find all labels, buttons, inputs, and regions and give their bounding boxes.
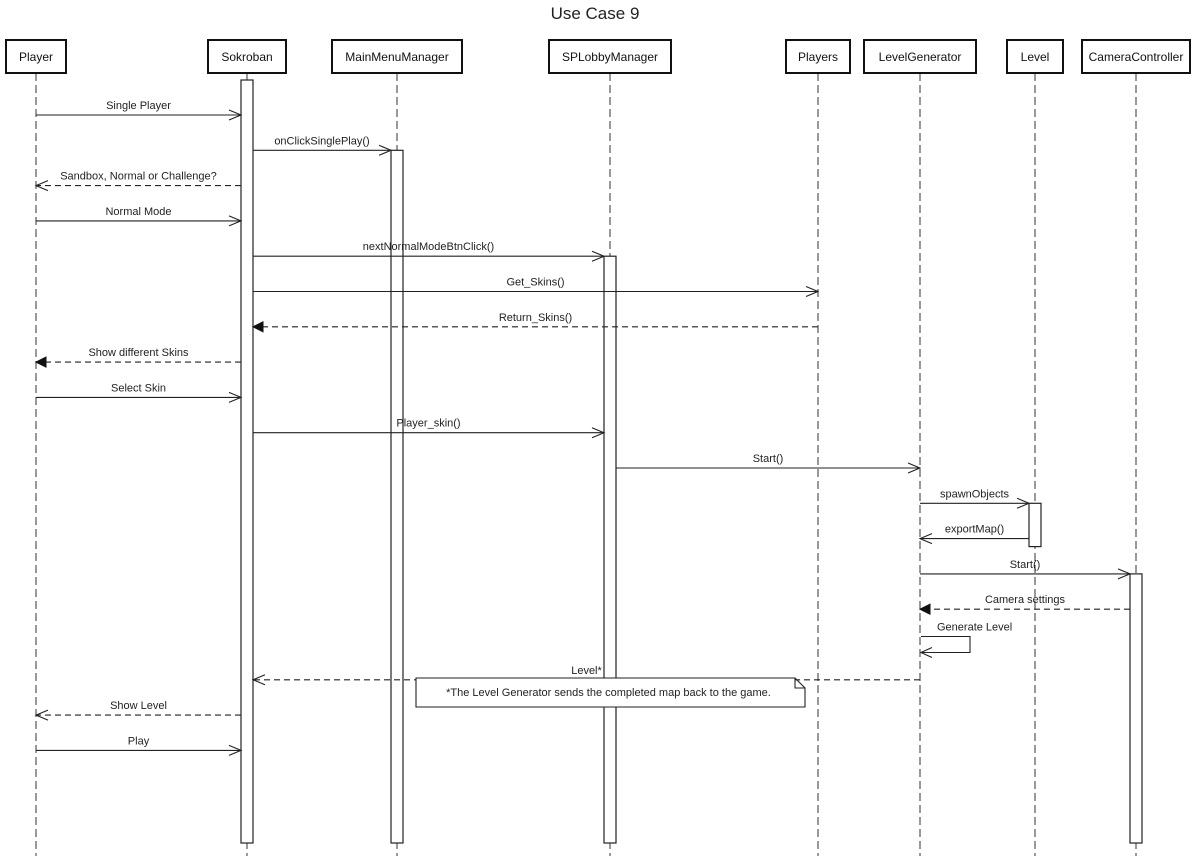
message-2: Sandbox, Normal or Challenge?: [34, 171, 241, 192]
actor-mainmenu: MainMenuManager: [331, 39, 463, 74]
message-label: onClickSinglePlay(): [274, 135, 369, 147]
arrow-head-filled: [918, 603, 931, 616]
activation-bar-mainmenu: [390, 149, 404, 844]
actor-label: CameraController: [1089, 50, 1184, 64]
note-text: *The Level Generator sends the completed…: [446, 687, 771, 699]
actor-player: Player: [5, 39, 67, 74]
message-label: Sandbox, Normal or Challenge?: [60, 171, 217, 183]
message-4: nextNormalModeBtnClick(): [253, 241, 606, 262]
sequence-diagram: Use Case 9 Player Sokroban MainMenuManager…: [5, 4, 1191, 856]
actor-levelgen: LevelGenerator: [863, 39, 977, 74]
message-11: spawnObjects: [920, 488, 1031, 509]
message-label: Show Level: [110, 700, 167, 712]
actor-label: SPLobbyManager: [562, 50, 658, 64]
message-label: Start(): [753, 453, 784, 465]
actor-camera: CameraController: [1081, 39, 1191, 74]
message-12: exportMap(): [918, 524, 1029, 545]
actor-label: Sokroban: [221, 50, 272, 64]
arrow-head-filled: [251, 320, 264, 333]
actor-level: Level: [1006, 39, 1064, 74]
message-13: Start(): [920, 559, 1132, 580]
actor-label: MainMenuManager: [345, 50, 448, 64]
message-label: Single Player: [106, 100, 171, 112]
message-10: Start(): [616, 453, 922, 474]
message-label: Player_skin(): [396, 418, 460, 430]
message-18: Play: [36, 735, 243, 756]
message-label: Level*: [571, 665, 602, 677]
message-6: Return_Skins(): [251, 312, 818, 333]
message-label: Show different Skins: [88, 347, 189, 359]
actor-sokroban: Sokroban: [207, 39, 287, 74]
message-label: Camera settings: [985, 594, 1066, 606]
message-8: Select Skin: [36, 382, 243, 403]
message-label: Select Skin: [111, 382, 166, 394]
message-17: Show Level: [34, 700, 241, 721]
actor-splobby: SPLobbyManager: [548, 39, 672, 74]
message-label: Start(): [1010, 559, 1041, 571]
actor-label: LevelGenerator: [879, 50, 962, 64]
message-label: exportMap(): [945, 524, 1004, 536]
actor-label: Players: [798, 50, 838, 64]
note: *The Level Generator sends the completed…: [415, 677, 806, 708]
message-label: Generate Level: [937, 622, 1012, 634]
actor-label: Level: [1021, 50, 1050, 64]
message-line: [921, 635, 971, 654]
actor-players: Players: [785, 39, 851, 74]
message-label: spawnObjects: [940, 488, 1010, 500]
message-3: Normal Mode: [36, 206, 243, 227]
message-7: Show different Skins: [34, 347, 241, 368]
message-label: Play: [128, 735, 150, 747]
actor-label: Player: [19, 50, 53, 64]
message-9: Player_skin(): [253, 418, 606, 439]
message-label: Return_Skins(): [499, 312, 572, 324]
message-0: Single Player: [36, 100, 243, 121]
message-14: Camera settings: [918, 594, 1130, 616]
diagram-title: Use Case 9: [551, 4, 640, 23]
message-label: Get_Skins(): [506, 277, 564, 289]
activation-bar-sokroban: [240, 79, 254, 844]
message-label: Normal Mode: [105, 206, 171, 218]
activation-bar-level: [1028, 502, 1042, 548]
message-15: Generate Level: [919, 622, 1012, 659]
message-5: Get_Skins(): [253, 277, 820, 298]
activation-bar-camera: [1129, 573, 1143, 844]
arrow-head-filled: [34, 356, 47, 368]
message-1: onClickSinglePlay(): [253, 135, 393, 156]
message-label: nextNormalModeBtnClick(): [363, 241, 494, 253]
activation-bar-splobby: [603, 255, 617, 844]
